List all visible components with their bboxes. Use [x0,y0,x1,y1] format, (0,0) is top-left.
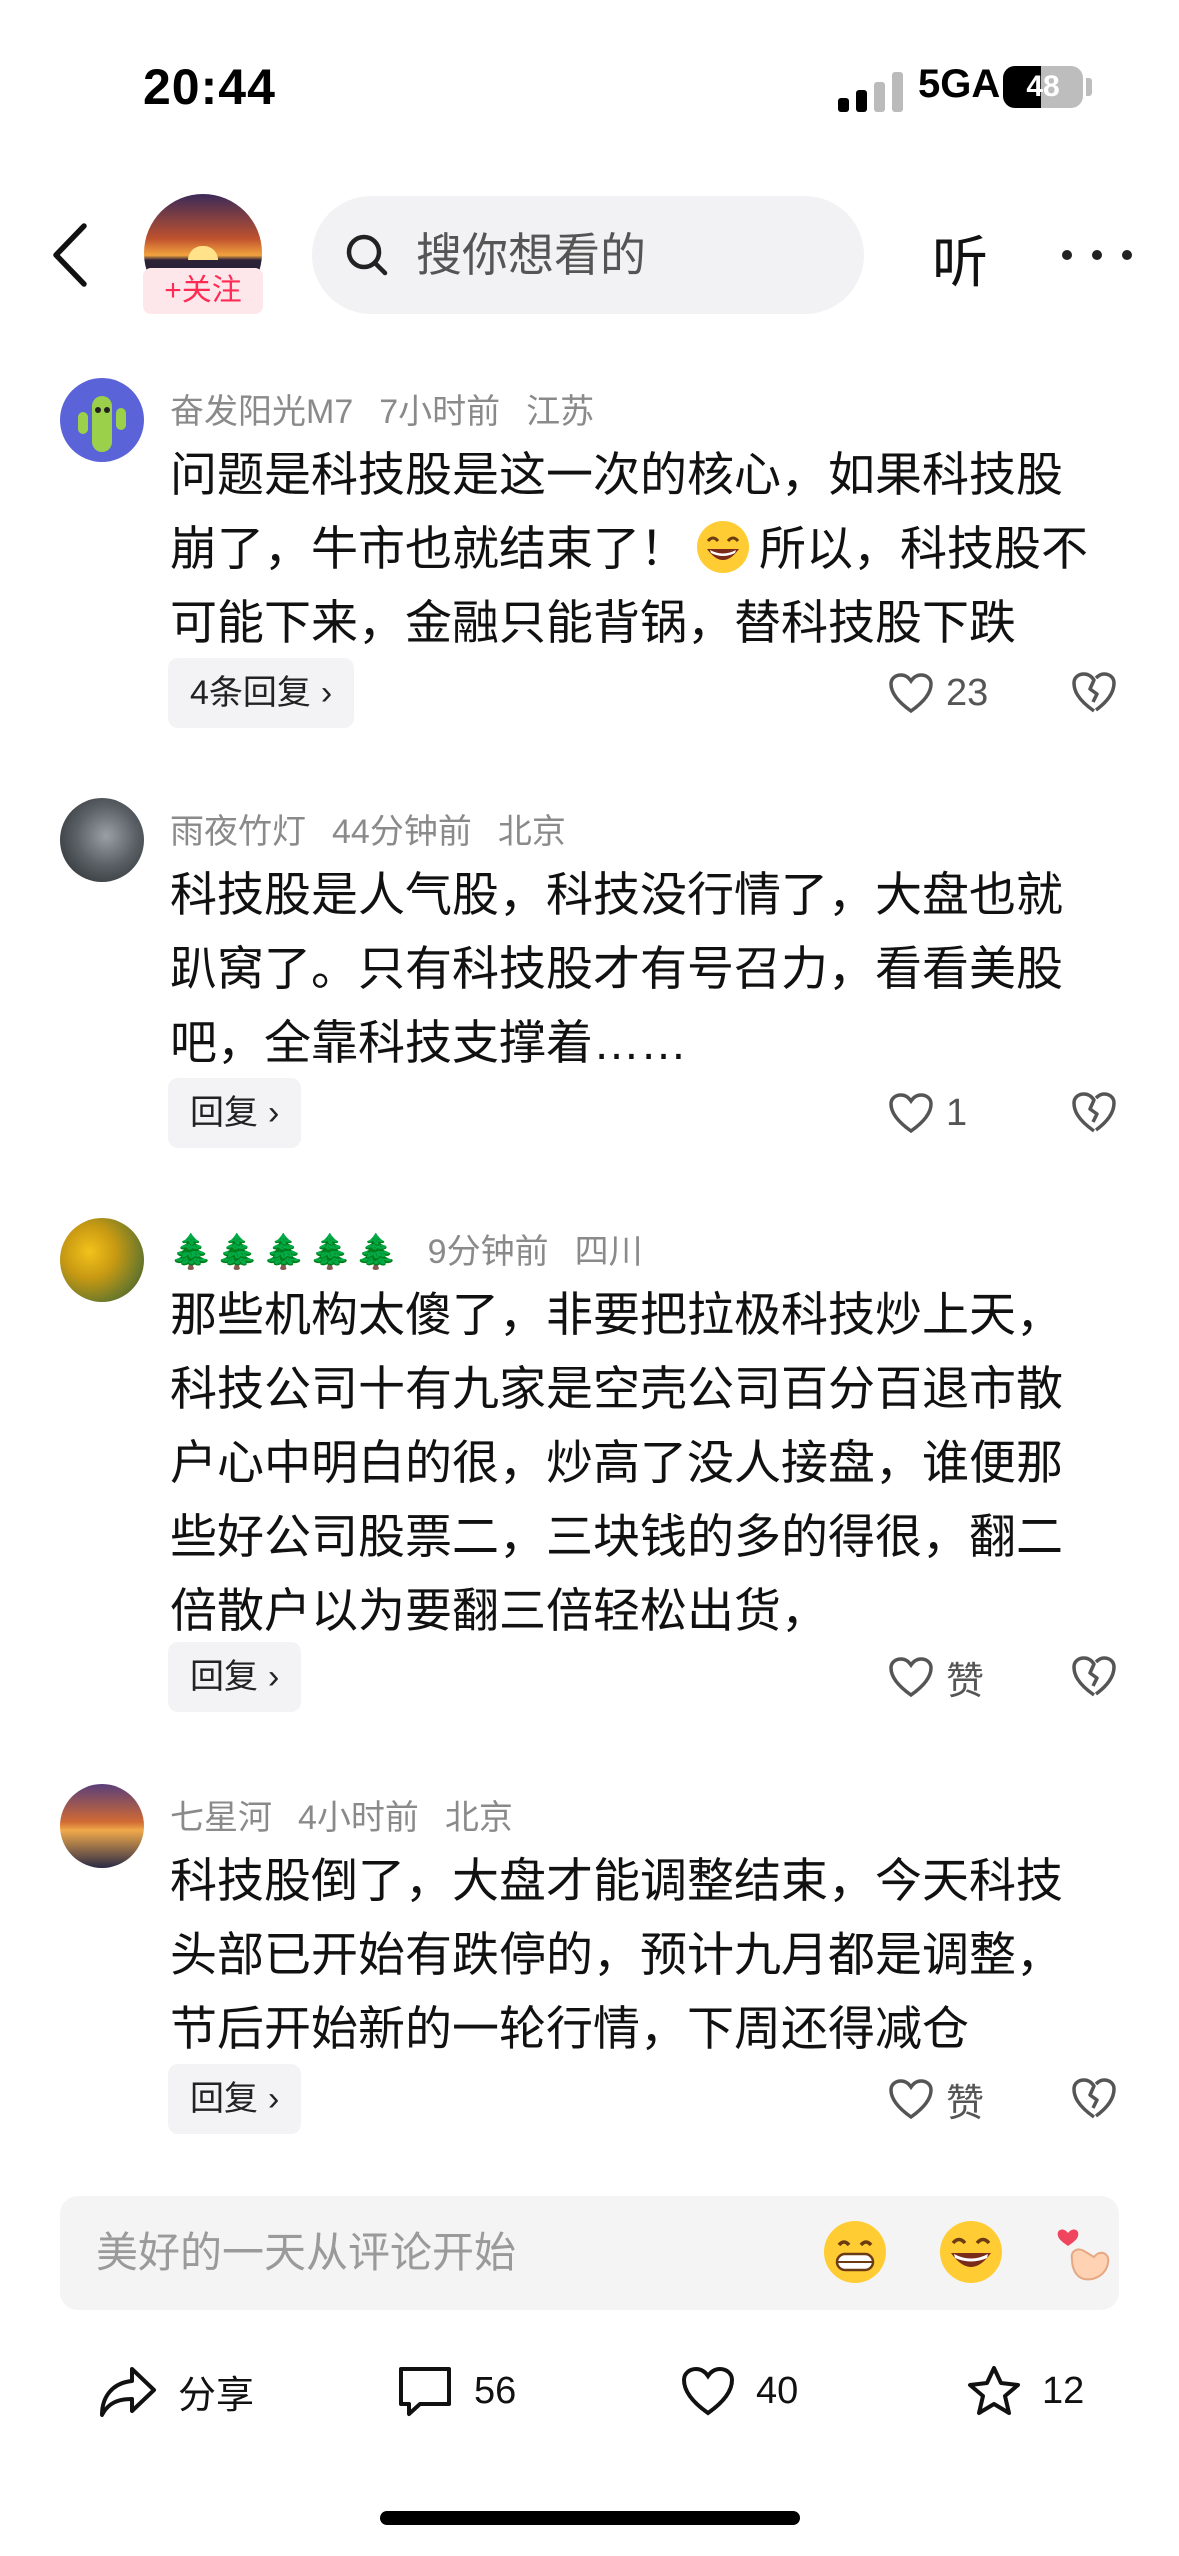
heart-icon [889,1657,933,1698]
user-avatar[interactable] [60,798,144,882]
username[interactable]: 雨夜竹灯 [170,813,306,851]
laugh-emoji[interactable] [938,2219,1004,2285]
username[interactable]: 奋发阳光M7 [170,393,353,431]
grinning-emoji [695,519,751,575]
comment-text: 那些机构太傻了，非要把拉极科技炒上天，科技公司十有九家是空壳公司百分百退市散户心… [170,1288,1063,1637]
heart-icon [889,673,933,714]
user-avatar[interactable] [60,378,144,462]
user-avatar[interactable] [60,1218,144,1302]
battery-level: 48 [1026,70,1060,103]
heart-icon [889,2079,933,2120]
like-count: 赞 [946,1660,985,1703]
comment-meta: 七星河 4小时前 北京 [170,1790,539,1839]
comment-text: 科技股倒了，大盘才能调整结束，今天科技头部已开始有跌停的，预计九月都是调整，节后… [170,1854,1063,2055]
comments-button[interactable]: 56 [396,2336,516,2446]
comment-time: 44分钟前 [332,813,472,851]
star-icon [968,2366,1020,2415]
comment-meta: 雨夜竹灯 44分钟前 北京 [170,804,592,853]
back-button[interactable] [40,215,100,295]
cactus-icon [78,396,126,452]
comments-count: 56 [474,2369,517,2412]
username[interactable]: 七星河 [170,1799,272,1837]
battery-icon: 48 [1003,66,1083,108]
share-label: 分享 [178,2374,255,2417]
battery-cap [1086,78,1092,96]
comment-location: 北京 [444,1799,513,1837]
like-button[interactable]: 赞 [888,2064,984,2134]
comment-item: 🌲🌲🌲🌲🌲 9分钟前 四川 那些机构太傻了，非要把拉极科技炒上天，科技公司十有九家是… [0,1218,1179,1748]
broken-heart-icon[interactable] [1070,669,1118,717]
broken-heart-icon[interactable] [1070,1089,1118,1137]
chevron-right-icon: › [268,1094,280,1132]
like-button[interactable]: 1 [888,1078,967,1148]
more-dot [1062,250,1072,260]
broken-heart-icon[interactable] [1070,2075,1118,2123]
network-type: 5GA [918,62,1001,106]
finger-heart-emoji[interactable] [1050,2219,1116,2285]
search-icon [346,234,388,276]
comment-time: 9分钟前 [427,1233,549,1271]
comment-text: 问题是科技股是这一次的核心，如果科技股崩了，牛市也就结束了！ 所以，科技股不可能下… [170,438,1090,660]
comment-meta: 🌲🌲🌲🌲🌲 9分钟前 四川 [170,1224,669,1273]
share-icon [100,2367,156,2417]
favorite-button[interactable]: 12 [966,2336,1084,2446]
more-button[interactable] [1062,220,1132,290]
user-avatar[interactable] [60,1784,144,1868]
search-bar[interactable]: 搜你想看的 [312,196,864,314]
like-button[interactable]: 23 [888,658,988,728]
like-count: 23 [946,671,989,714]
chevron-right-icon: › [268,1658,280,1696]
home-indicator[interactable] [380,2511,800,2525]
chevron-right-icon: › [320,674,333,712]
more-dot [1092,250,1102,260]
comment-icon [399,2367,451,2416]
top-nav: +关注 搜你想看的 听 [0,180,1179,330]
comment-time: 4小时前 [298,1799,419,1837]
heart-icon [681,2366,735,2416]
likes-count: 40 [756,2369,799,2412]
reply-button[interactable]: 回复 › [168,2064,302,2134]
share-button[interactable]: 分享 [98,2336,254,2446]
reply-label: 4条回复 [190,674,311,712]
comment-location: 四川 [574,1233,643,1271]
grin-emoji[interactable] [822,2219,888,2285]
reply-button[interactable]: 回复 › [168,1642,302,1712]
comment-time: 7小时前 [379,393,501,431]
comment-item: 雨夜竹灯 44分钟前 北京 科技股是人气股，科技没行情了，大盘也就趴窝了。只有科技股… [0,798,1179,1178]
broken-heart-icon[interactable] [1070,1653,1118,1701]
like-post-button[interactable]: 40 [680,2336,798,2446]
reply-label: 回复 [190,1094,258,1132]
signal-icon [838,70,904,112]
follow-button[interactable]: +关注 [143,268,263,314]
reply-label: 回复 [190,1658,258,1696]
listen-button[interactable]: 听 [932,218,988,299]
like-button[interactable]: 赞 [888,1642,984,1712]
status-bar: 20:44 5GA 48 [0,0,1179,180]
search-placeholder: 搜你想看的 [416,229,646,281]
comment-item: 奋发阳光M7 7小时前 江苏 问题是科技股是这一次的核心，如果科技股崩了，牛市也就结… [0,378,1179,758]
favorites-count: 12 [1042,2369,1085,2412]
reply-label: 回复 [190,2080,258,2118]
comment-meta: 奋发阳光M7 7小时前 江苏 [170,384,620,433]
comment-input-placeholder: 美好的一天从评论开始 [96,2229,517,2276]
like-count: 1 [946,1091,968,1134]
username[interactable]: 🌲🌲🌲🌲🌲 [170,1233,402,1271]
comment-location: 江苏 [526,393,595,431]
reply-button[interactable]: 4条回复 › [168,658,355,728]
comment-item: 七星河 4小时前 北京 科技股倒了，大盘才能调整结束，今天科技头部已开始有跌停的，预… [0,1784,1179,2164]
comment-location: 北京 [497,813,566,851]
comment-input[interactable]: 美好的一天从评论开始 [60,2196,1119,2310]
status-time: 20:44 [143,59,276,115]
like-count: 赞 [946,2082,985,2125]
reply-button[interactable]: 回复 › [168,1078,302,1148]
comment-text: 科技股是人气股，科技没行情了，大盘也就趴窝了。只有科技股才有号召力，看看美股吧，… [170,868,1063,1069]
bottom-action-bar: 分享 56 40 12 [0,2336,1179,2446]
chevron-right-icon: › [268,2080,280,2118]
chevron-left-icon [53,223,87,287]
heart-icon [889,1093,933,1134]
more-dot [1122,250,1132,260]
